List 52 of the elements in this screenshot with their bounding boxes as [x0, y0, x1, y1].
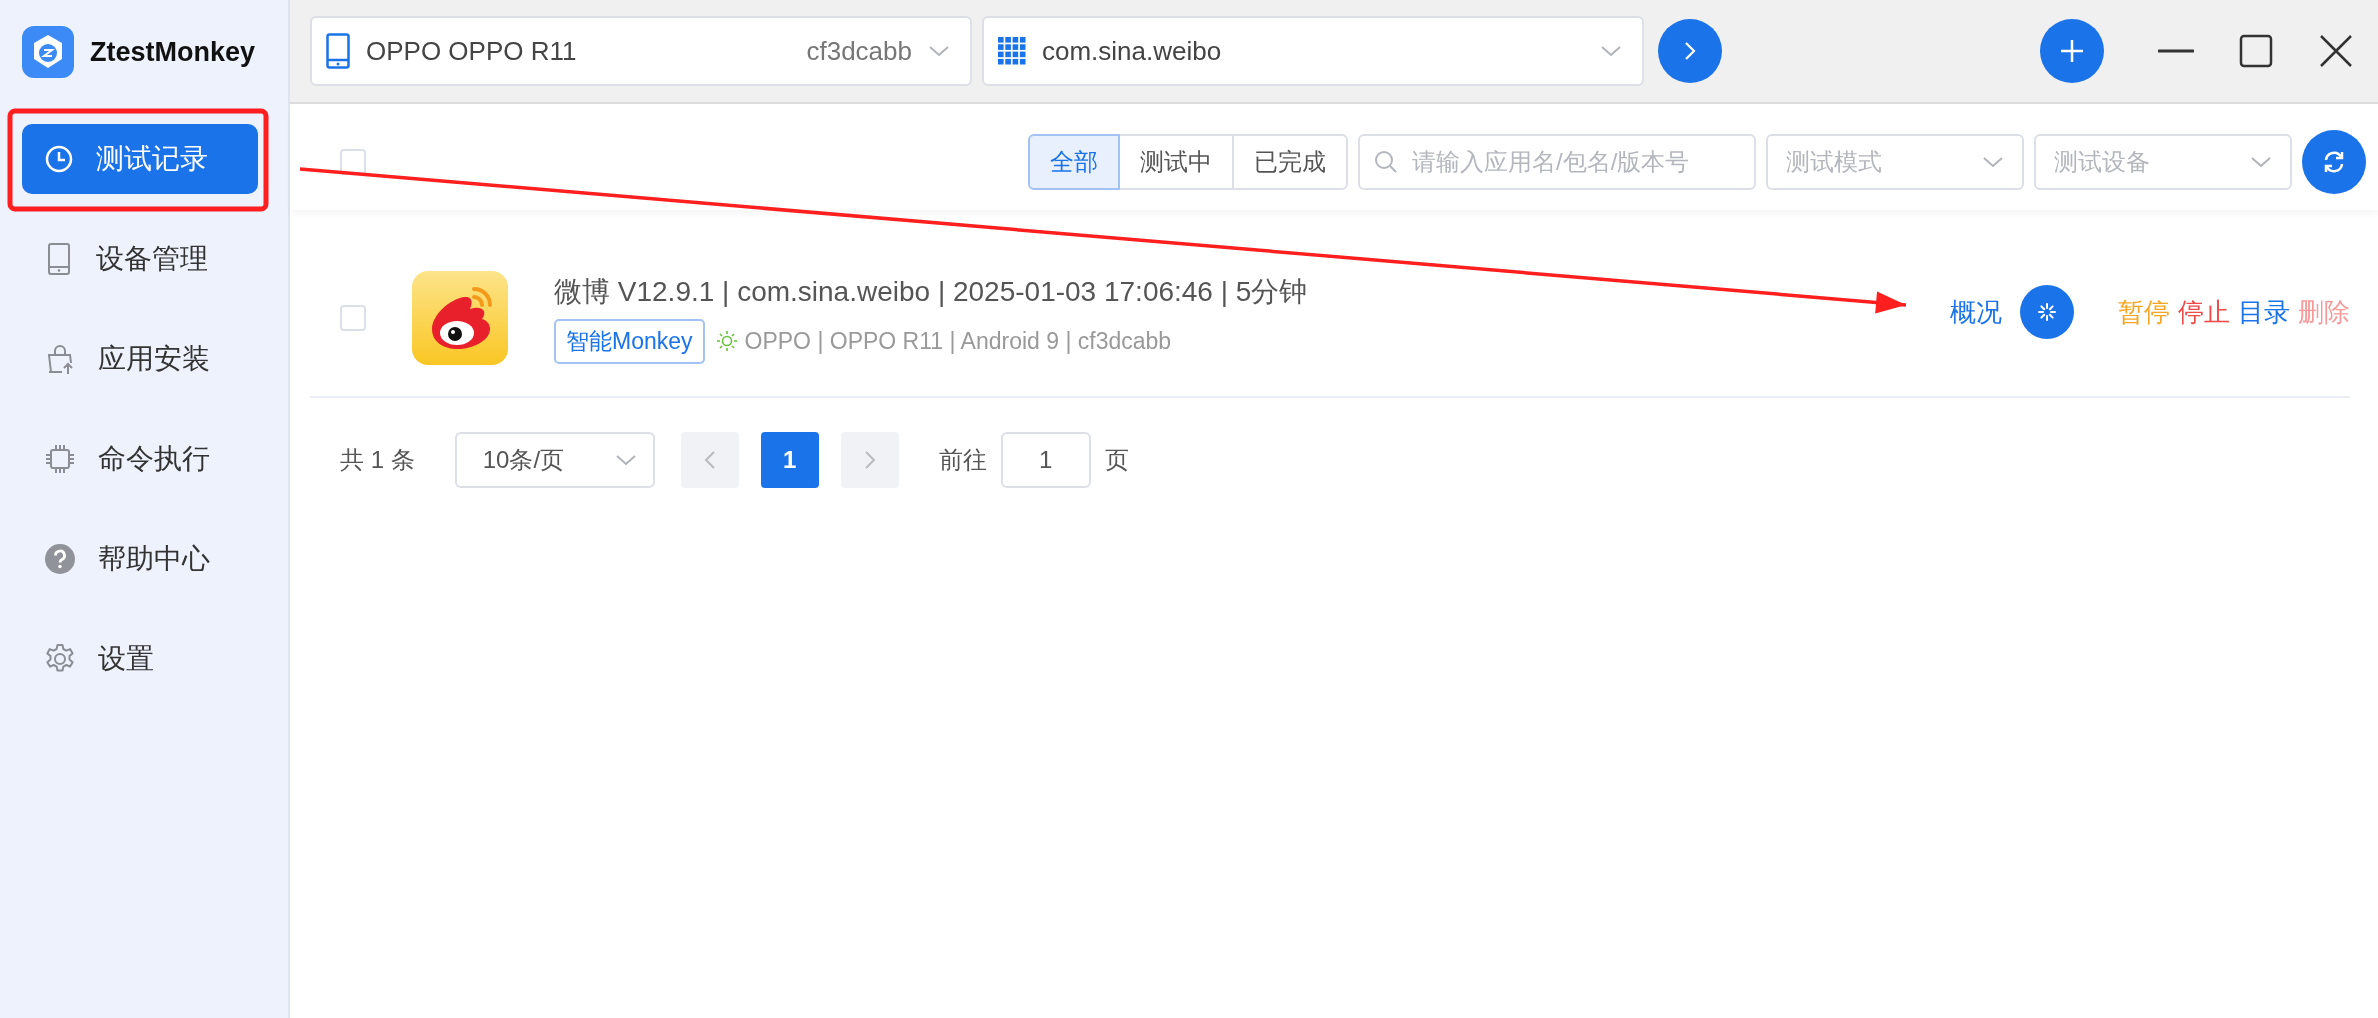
device-info: OPPO | OPPO R11 | Android 9 | cf3dcabb [744, 327, 1172, 355]
action-link[interactable]: 目录 [2238, 294, 2290, 330]
chevron-right-icon [1683, 40, 1697, 62]
minimize-icon [2158, 49, 2194, 53]
sidebar-item[interactable]: 设备管理 [22, 224, 258, 294]
close-icon [2319, 34, 2353, 68]
settings-icon [44, 643, 76, 675]
chevron-down-icon [2250, 155, 2272, 169]
chevron-right-icon [863, 450, 876, 470]
clock-icon [44, 144, 74, 174]
goto-page-input[interactable]: 1 [1000, 432, 1091, 488]
app-name: ZtestMonkey [90, 36, 256, 68]
device-name: OPPO OPPO R11 [366, 35, 578, 67]
chevron-down-icon [1982, 155, 2004, 169]
overview-link[interactable]: 概况 [1950, 294, 2002, 330]
row-checkbox[interactable] [340, 305, 366, 331]
page-number-button[interactable]: 1 [760, 432, 819, 488]
plus-icon [2060, 39, 2084, 63]
device-select[interactable]: OPPO OPPO R11 cf3dcabb [310, 16, 972, 86]
total-count: 共 1 条 [340, 445, 415, 475]
goto-label: 前往 [938, 445, 987, 475]
loading-icon [2020, 285, 2074, 339]
sidebar-item[interactable]: 命令执行 [22, 424, 258, 494]
page-size-select[interactable]: 10条/页 [454, 432, 655, 488]
app-package: com.sina.weibo [1042, 35, 1223, 67]
help-icon [44, 543, 76, 575]
sidebar-item[interactable]: 设置 [22, 624, 258, 694]
sidebar-item[interactable]: 测试记录 [22, 124, 258, 194]
sidebar-item[interactable]: 应用安装 [22, 324, 258, 394]
chevron-down-icon [1600, 44, 1622, 58]
chevron-down-icon [928, 44, 950, 58]
tablet-icon [326, 33, 350, 69]
page-suffix: 页 [1104, 445, 1129, 475]
filter-tab[interactable]: 已完成 [1232, 134, 1348, 190]
sidebar-item[interactable]: 帮助中心 [22, 524, 258, 594]
chevron-down-icon [614, 453, 637, 467]
device-serial: cf3dcabb [806, 35, 912, 67]
app-select[interactable]: com.sina.weibo [982, 16, 1644, 86]
test-mode-tag: 智能Monkey [554, 318, 705, 364]
filter-tab[interactable]: 全部 [1028, 134, 1120, 190]
search-field[interactable]: 请输入应用名/包名/版本号 [1358, 134, 1756, 190]
record-title: 微博 V12.9.1 | com.sina.weibo | 2025-01-03 17:06:46 | 5分钟 [554, 274, 1308, 309]
sun-icon [716, 331, 737, 351]
search-icon [1374, 150, 1398, 174]
action-link[interactable]: 停止 [2178, 294, 2230, 330]
app-logo-icon [22, 26, 74, 78]
chip-icon [44, 443, 76, 475]
maximize-icon [2239, 34, 2273, 68]
filter-tab[interactable]: 测试中 [1118, 134, 1234, 190]
chevron-left-icon [703, 450, 716, 470]
grid-icon [998, 37, 1026, 65]
app-icon [412, 271, 508, 365]
